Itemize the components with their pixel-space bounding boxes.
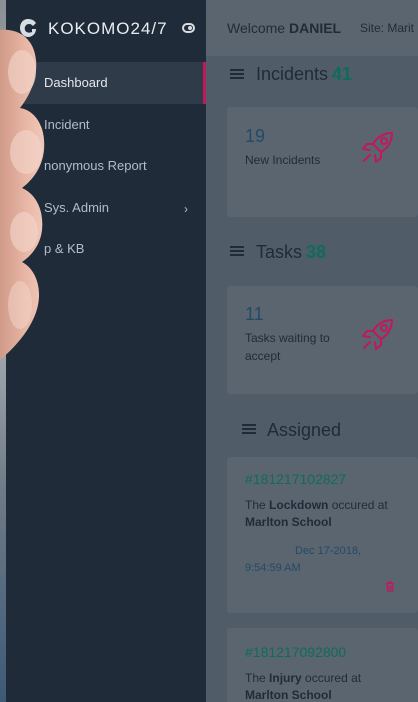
tasks-waiting-card[interactable]: 11 Tasks waiting to accept	[227, 286, 418, 394]
new-incidents-number: 19	[245, 126, 266, 146]
sidebar-item-incident[interactable]: Incident	[6, 104, 206, 146]
sidebar-item-label: Incident	[44, 116, 90, 132]
assigned-title: Assigned	[267, 420, 342, 440]
list-icon	[230, 69, 244, 80]
list-icon	[230, 246, 244, 257]
rocket-icon	[362, 132, 393, 163]
assigned-item-description: The Lockdown occured at Marlton School	[245, 498, 388, 529]
list-icon	[242, 424, 256, 435]
sidebar-toggle-icon[interactable]	[182, 23, 195, 33]
trash-icon[interactable]	[385, 581, 395, 592]
new-incidents-card[interactable]: 19 New Incidents	[227, 107, 418, 217]
sidebar: KOKOMO24/7 Dashboard Incident nonymous R…	[6, 0, 206, 702]
tasks-waiting-label: Tasks waiting to accept	[245, 331, 330, 363]
assigned-item-description: The Injury occured at Marlton School	[245, 671, 362, 702]
rocket-icon	[362, 319, 393, 350]
tasks-waiting-number: 11	[245, 304, 264, 324]
sidebar-item-anonymous-report[interactable]: nonymous Report	[6, 145, 206, 187]
new-incidents-label: New Incidents	[245, 153, 321, 167]
chevron-right-icon: ›	[184, 201, 188, 216]
assigned-item[interactable]: #181217092800 The Injury occured at Marl…	[227, 628, 418, 702]
tasks-title: Tasks 38	[256, 242, 327, 262]
top-bar: Welcome DANIEL Site: Marit	[206, 0, 418, 56]
tasks-count: 38	[306, 242, 327, 262]
assigned-item-date: Dec 17-2018, 9:54:59 AM	[245, 545, 362, 574]
sidebar-item-label: p & KB	[44, 241, 85, 257]
sidebar-item-help-kb[interactable]: p & KB	[6, 228, 206, 270]
assigned-item-number[interactable]: #181217092800	[245, 644, 346, 660]
incidents-title: Incidents 41	[256, 64, 353, 84]
user-name: DANIEL	[288, 20, 342, 36]
assigned-item-number[interactable]: #181217102827	[245, 471, 346, 487]
welcome-text: Welcome DANIEL	[227, 20, 342, 36]
sidebar-item-label: Dashboard	[44, 75, 108, 91]
sidebar-item-label: nonymous Report	[44, 158, 147, 174]
brand-logo-icon	[20, 19, 36, 37]
assigned-item[interactable]: #181217102827 The Lockdown occured at Ma…	[227, 457, 418, 613]
sidebar-nav: Dashboard Incident nonymous Report Sys. …	[6, 62, 206, 270]
main-content: Welcome DANIEL Site: Marit Incidents 41 1…	[206, 0, 418, 702]
incidents-count: 41	[332, 64, 353, 84]
sidebar-item-dashboard[interactable]: Dashboard	[6, 62, 206, 104]
brand-name: KOKOMO24/7	[48, 19, 168, 38]
sidebar-item-sys-admin[interactable]: Sys. Admin ›	[6, 187, 206, 229]
brand-header: KOKOMO24/7	[6, 0, 206, 60]
sidebar-item-label: Sys. Admin	[44, 199, 110, 215]
site-selector[interactable]: Site: Marit	[360, 21, 414, 35]
